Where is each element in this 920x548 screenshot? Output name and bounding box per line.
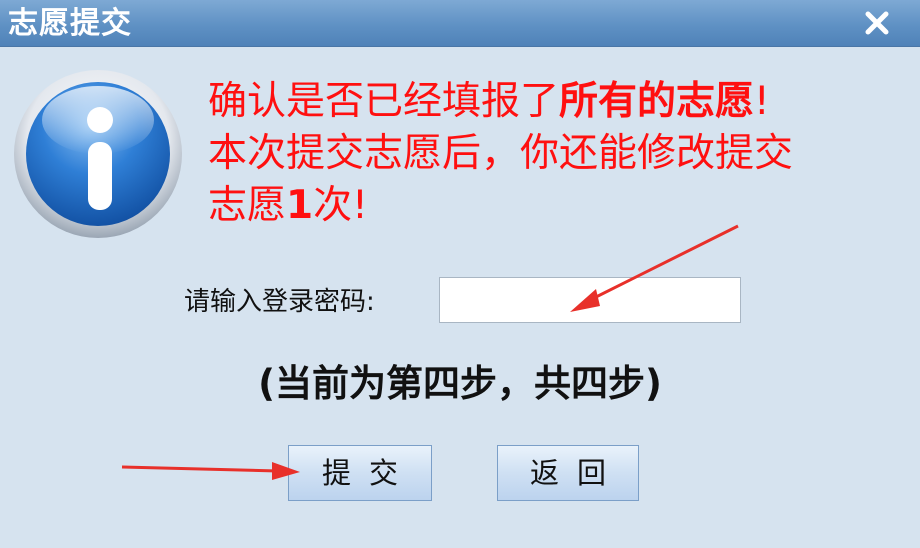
confirmation-message: 确认是否已经填报了所有的志愿! 本次提交志愿后，你还能修改提交 志愿1次!	[208, 76, 888, 232]
message-line-3: 志愿1次!	[208, 180, 888, 232]
title-bar: 志愿提交	[0, 0, 920, 47]
message-line-2: 本次提交志愿后，你还能修改提交	[208, 131, 794, 176]
password-input[interactable]	[439, 277, 741, 323]
close-button[interactable]	[860, 4, 894, 40]
step-indicator: (当前为第四步，共四步)	[258, 362, 662, 405]
submit-button[interactable]: 提交	[288, 445, 432, 501]
message-text: !	[754, 79, 770, 124]
info-icon	[12, 68, 184, 240]
dialog-title: 志愿提交	[8, 6, 132, 41]
message-text: 次!	[313, 183, 368, 228]
back-button[interactable]: 返回	[497, 445, 639, 501]
close-icon	[865, 11, 889, 35]
message-text: 确认是否已经填报了	[208, 79, 560, 124]
confirm-dialog: 志愿提交 确认是否已经填报了所有的志愿! 本次提交志愿后，你还能修改提交 志愿1…	[0, 0, 920, 548]
message-emphasis: 所有的志愿	[559, 79, 755, 124]
message-text: 志愿	[208, 183, 287, 228]
arrow-to-submit-icon	[121, 462, 300, 480]
message-emphasis: 1	[286, 183, 314, 228]
message-line-1: 确认是否已经填报了所有的志愿!	[208, 76, 888, 128]
password-label: 请输入登录密码:	[184, 287, 375, 317]
